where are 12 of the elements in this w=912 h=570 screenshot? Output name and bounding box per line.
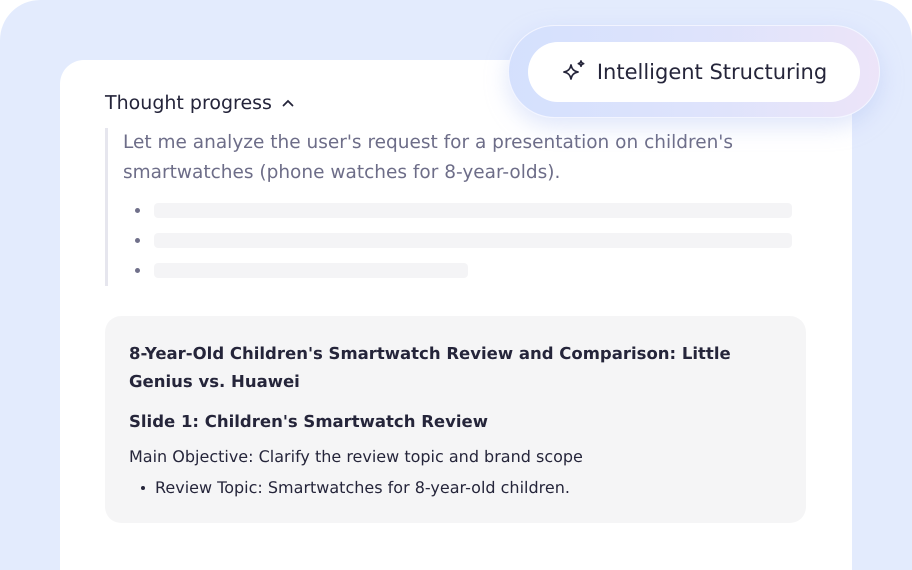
bullet-text: Review Topic: Smartwatches for 8-year-old children. (155, 478, 570, 497)
bullet-icon (141, 486, 145, 490)
badge-label: Intelligent Structuring (596, 60, 828, 84)
slide-title: Slide 1: Children's Smartwatch Review (129, 412, 489, 431)
outline-title: 8-Year-Old Children's Smartwatch Review and Comparison: Little Genius vs. Huawei (129, 343, 732, 393)
bullet-icon (135, 208, 140, 213)
thought-progress-toggle[interactable]: Thought progress (105, 92, 294, 114)
bullet-icon (135, 268, 140, 273)
bullet-icon (135, 238, 140, 243)
caret-icon (282, 99, 294, 107)
thought-text: Let me analyze the user's request for a presentation on children's smartwatches (phone watches for 8-year-olds). (123, 131, 734, 185)
objective-text: Main Objective: Clarify the review topic and brand scope (129, 447, 584, 466)
